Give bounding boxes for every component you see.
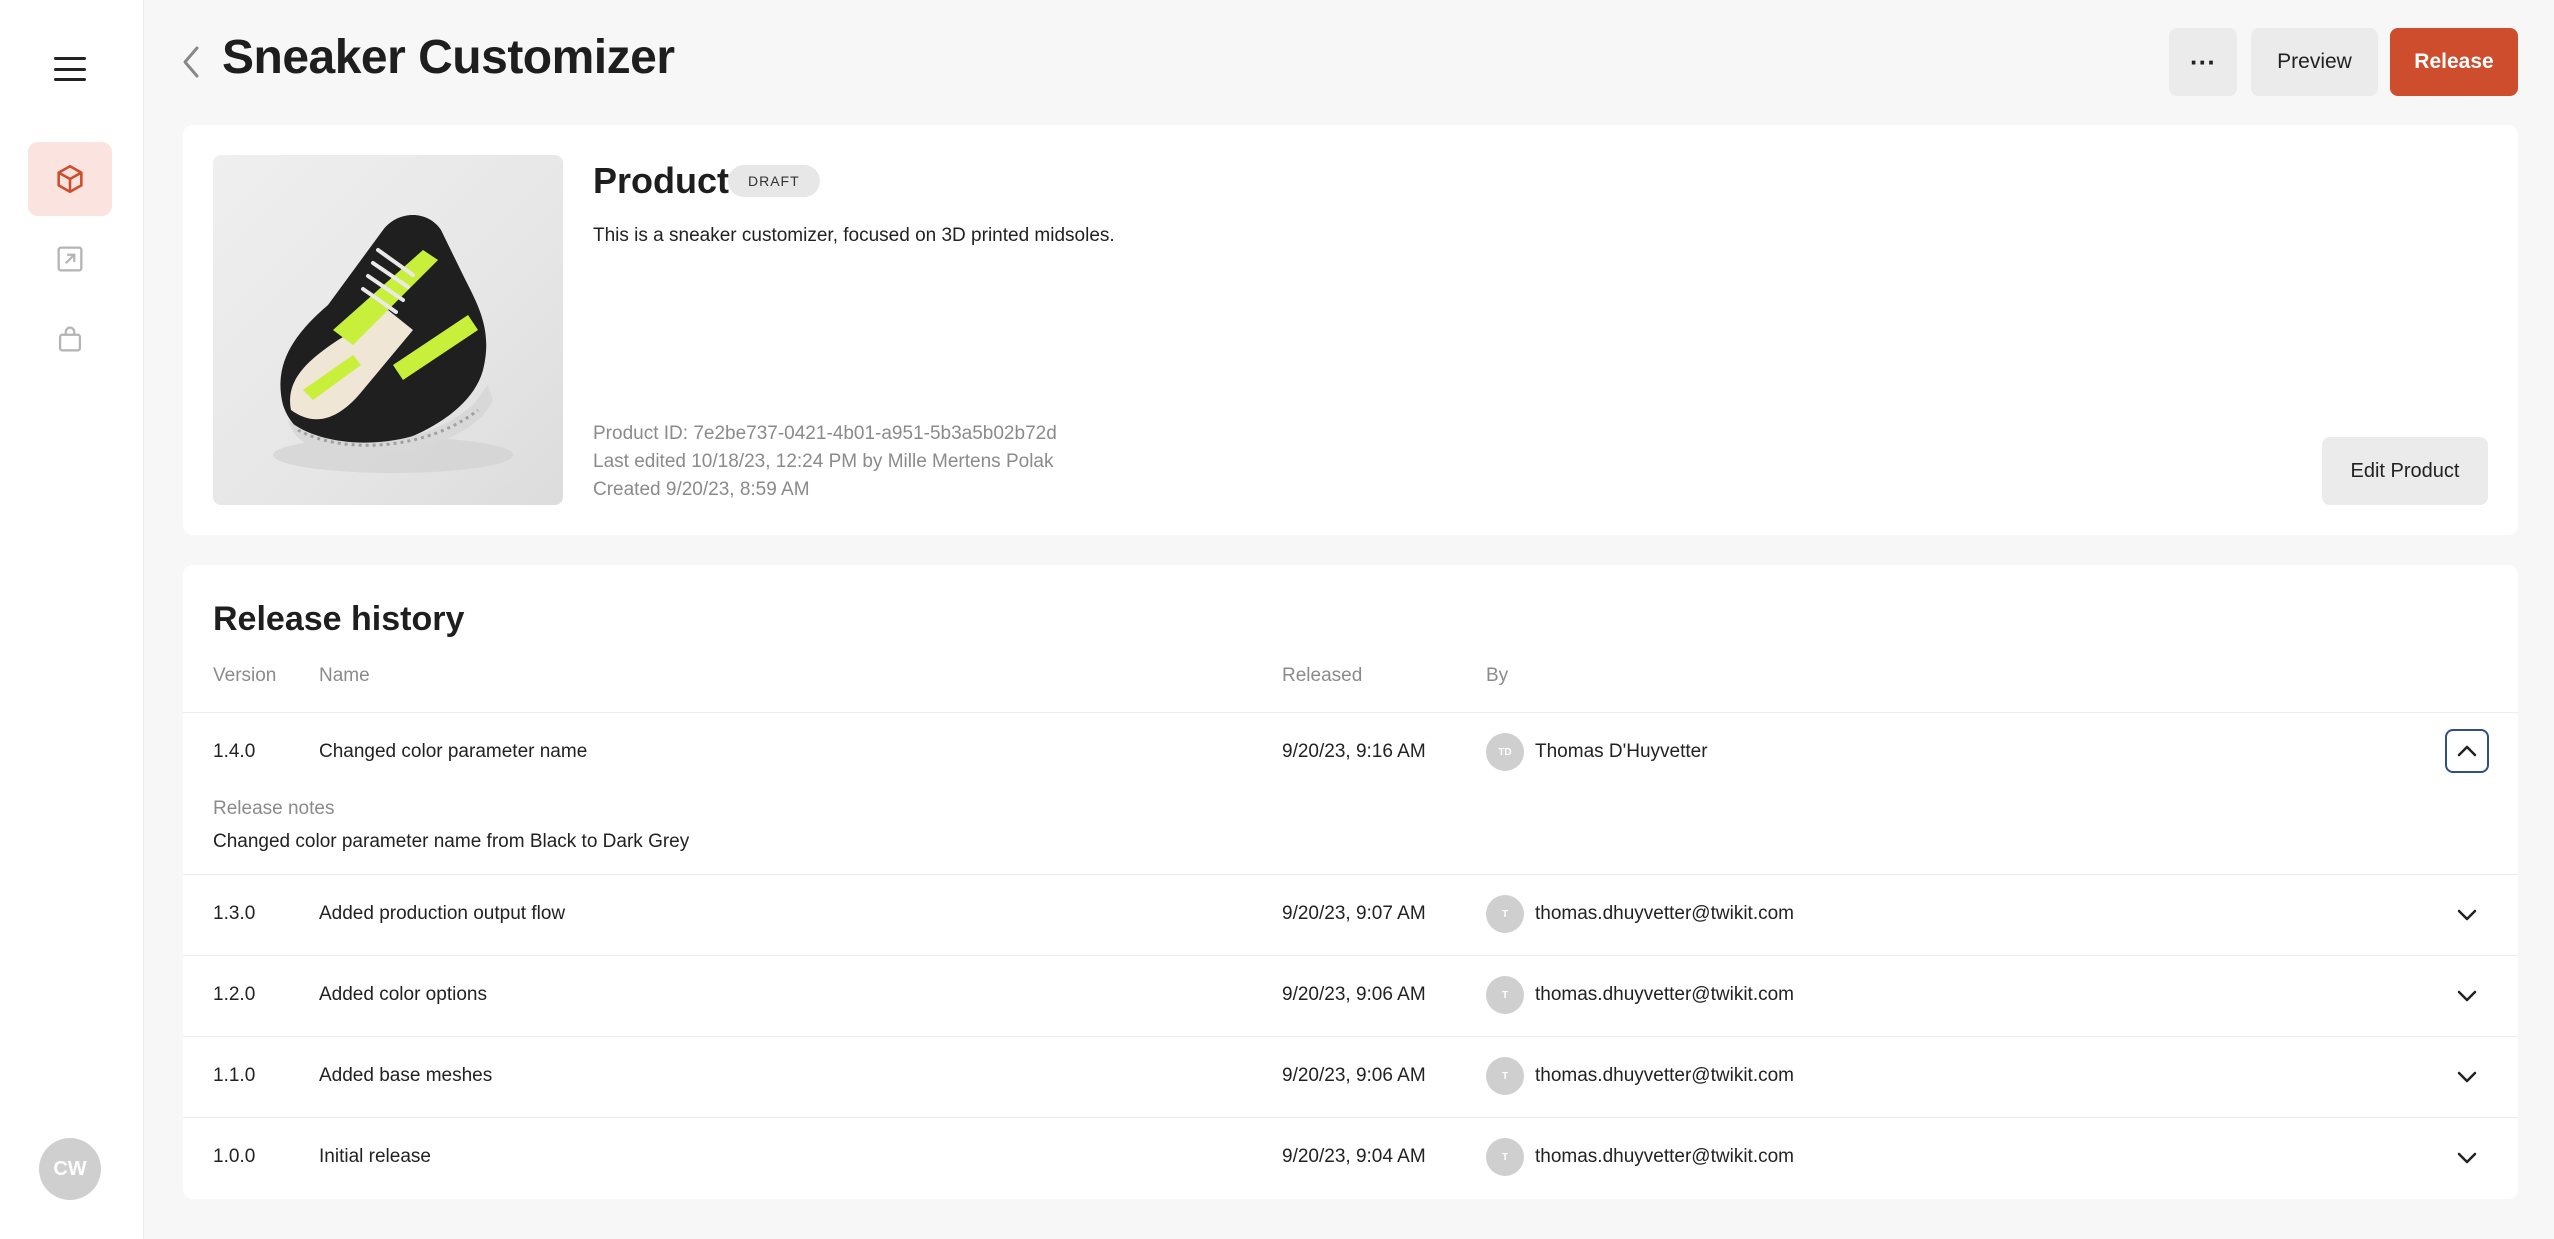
row-author: thomas.dhuyvetter@twikit.com [1535,1065,1794,1086]
back-button[interactable] [176,40,206,84]
product-card: Product DRAFT This is a sneaker customiz… [183,125,2518,535]
row-name: Added base meshes [319,1065,493,1086]
collapse-button[interactable] [2445,729,2489,773]
row-name: Changed color parameter name [319,741,588,762]
release-notes-label: Release notes [213,798,335,819]
row-version: 1.4.0 [213,741,256,762]
row-released: 9/20/23, 9:16 AM [1282,741,1426,762]
row-author: thomas.dhuyvetter@twikit.com [1535,1146,1794,1167]
chevron-down-icon [2457,1071,2477,1083]
author-avatar: T [1486,1057,1524,1095]
page-title: Sneaker Customizer [222,31,675,84]
shopping-bag-icon [58,326,82,352]
table-row[interactable]: 1.0.0 Initial release 9/20/23, 9:04 AM T… [183,1117,2518,1198]
author-avatar: T [1486,895,1524,933]
column-header-version: Version [213,665,277,686]
chevron-up-icon [2457,745,2477,757]
row-released: 9/20/23, 9:07 AM [1282,903,1426,924]
row-author: thomas.dhuyvetter@twikit.com [1535,984,1794,1005]
app: CW Sneaker Customizer ··· Preview Releas… [0,0,2554,1239]
cube-icon [57,164,83,194]
chevron-down-icon [2457,909,2477,921]
user-avatar[interactable]: CW [39,1138,101,1200]
preview-button[interactable]: Preview [2251,28,2378,96]
product-image [213,155,563,505]
table-row[interactable]: 1.1.0 Added base meshes 9/20/23, 9:06 AM… [183,1036,2518,1117]
row-author: Thomas D'Huyvetter [1535,741,1708,762]
chevron-left-icon [183,46,199,78]
edit-product-button[interactable]: Edit Product [2322,437,2488,505]
product-description: This is a sneaker customizer, focused on… [593,225,1115,246]
sidebar-item-shop[interactable] [28,302,112,376]
product-id: Product ID: 7e2be737-0421-4b01-a951-5b3a… [593,423,1057,444]
row-version: 1.2.0 [213,984,256,1005]
chevron-down-icon [2457,990,2477,1002]
status-badge: DRAFT [728,165,820,197]
sidebar-item-products[interactable] [28,142,112,216]
release-button[interactable]: Release [2390,28,2518,96]
product-heading: Product [593,160,730,201]
table-row[interactable]: 1.3.0 Added production output flow 9/20/… [183,874,2518,955]
row-released: 9/20/23, 9:04 AM [1282,1146,1426,1167]
expand-button[interactable] [2445,974,2489,1018]
row-name: Added color options [319,984,487,1005]
table-row[interactable]: 1.4.0 Changed color parameter name 9/20/… [183,712,2518,874]
row-released: 9/20/23, 9:06 AM [1282,1065,1426,1086]
external-link-icon [57,246,83,272]
last-edited: Last edited 10/18/23, 12:24 PM by Mille … [593,451,1054,472]
column-header-by: By [1486,665,1509,686]
sneaker-image [273,215,513,473]
created-date: Created 9/20/23, 8:59 AM [593,479,810,500]
row-version: 1.1.0 [213,1065,256,1086]
column-header-name: Name [319,665,370,686]
more-options-button[interactable]: ··· [2169,28,2237,96]
release-notes-text: Changed color parameter name from Black … [213,831,690,852]
sidebar: CW [0,0,144,1239]
author-avatar: T [1486,1138,1524,1176]
expand-button[interactable] [2445,1136,2489,1180]
row-name: Added production output flow [319,903,566,924]
release-history-card: Release history Version Name Released By… [183,565,2518,1199]
table-row[interactable]: 1.2.0 Added color options 9/20/23, 9:06 … [183,955,2518,1036]
expand-button[interactable] [2445,893,2489,937]
author-avatar: T [1486,976,1524,1014]
chevron-down-icon [2457,1152,2477,1164]
row-name: Initial release [319,1146,431,1167]
row-released: 9/20/23, 9:06 AM [1282,984,1426,1005]
row-version: 1.3.0 [213,903,256,924]
row-version: 1.0.0 [213,1146,256,1167]
sidebar-item-external[interactable] [28,222,112,296]
menu-icon[interactable] [50,52,90,86]
release-history-title: Release history [213,600,465,638]
row-author: thomas.dhuyvetter@twikit.com [1535,903,1794,924]
expand-button[interactable] [2445,1055,2489,1099]
author-avatar: TD [1486,733,1524,771]
column-header-released: Released [1282,665,1363,686]
